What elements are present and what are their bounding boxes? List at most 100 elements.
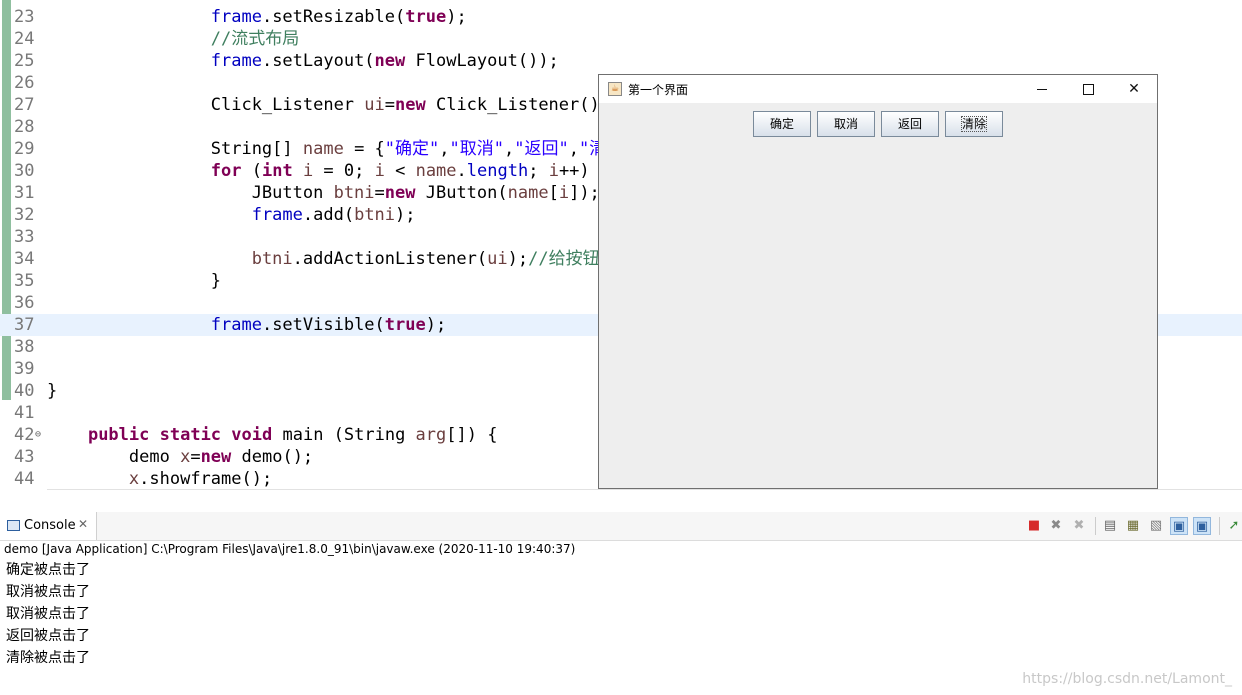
close-button[interactable]: ✕	[1111, 75, 1157, 103]
line-number: 33	[14, 227, 35, 247]
line-number: 24	[14, 29, 35, 49]
code-token: Click_Listener	[47, 95, 365, 115]
code-token: i	[558, 183, 570, 203]
swing-titlebar[interactable]: ☕ 第一个界面 ✕	[599, 75, 1157, 103]
code-token: .	[456, 161, 467, 181]
code-line[interactable]: 25 frame.setLayout(new FlowLayout());	[0, 50, 1242, 72]
code-token: int	[261, 161, 293, 181]
code-token: ,	[439, 139, 450, 159]
maximize-button[interactable]	[1065, 75, 1111, 103]
code-text: frame.setResizable(true);	[47, 6, 467, 28]
console-output-line: 清除被点击了	[6, 650, 90, 666]
console-output-line: 取消被点击了	[6, 606, 90, 622]
editor-horizontal-scrollbar[interactable]: <	[47, 489, 1242, 490]
code-token: =	[374, 183, 385, 203]
code-token: true	[405, 7, 447, 27]
fold-toggle-icon[interactable]: ⊖	[35, 424, 41, 446]
code-token: .addActionListener(	[292, 249, 488, 269]
show-on-stderr-icon[interactable]: ▣	[1193, 517, 1211, 535]
word-wrap-icon[interactable]: ▧	[1147, 517, 1165, 535]
code-token: ,	[504, 139, 515, 159]
code-line[interactable]: 24 //流式布局	[0, 28, 1242, 50]
code-token: //流式布局	[210, 29, 300, 49]
maximize-icon	[1082, 83, 1094, 95]
line-number: 44	[14, 469, 35, 489]
code-token: btni	[251, 249, 293, 269]
code-token: JButton(	[415, 183, 508, 203]
code-text: Click_Listener ui=new Click_Listener();	[47, 94, 610, 116]
line-number: 28	[14, 117, 35, 137]
code-token: "返回"	[514, 139, 569, 159]
line-number: 34	[14, 249, 35, 269]
line-number: 37	[14, 315, 35, 335]
close-icon: ✕	[1128, 81, 1140, 97]
confirm-button[interactable]: 确定	[753, 111, 811, 137]
swing-window[interactable]: ☕ 第一个界面 ✕ 确定 取消 返回 清除	[598, 74, 1158, 489]
remove-all-terminated-icon[interactable]: ✖	[1070, 517, 1088, 535]
code-token: frame	[210, 51, 262, 71]
console-output[interactable]: 确定被点击了 取消被点击了 取消被点击了 返回被点击了 清除被点击了	[6, 559, 90, 669]
code-text: x.showframe();	[47, 468, 272, 490]
console-tabbar: Console ✕ ■ ✖ ✖ ▤ ▦ ▧ ▣ ▣ ➚	[0, 512, 1242, 541]
code-token: =	[384, 95, 396, 115]
line-number: 26	[14, 73, 35, 93]
code-text: //流式布局	[47, 28, 299, 50]
back-button[interactable]: 返回	[881, 111, 939, 137]
code-token: new	[374, 51, 406, 71]
code-token: name	[507, 183, 549, 203]
minimize-button[interactable]	[1019, 75, 1065, 103]
code-token: for	[210, 161, 242, 181]
code-token: ui	[364, 95, 385, 115]
code-token: }	[47, 271, 221, 291]
clear-console-icon[interactable]: ▤	[1101, 517, 1119, 535]
code-token: = 0;	[313, 161, 375, 181]
code-token: new	[395, 95, 426, 115]
code-text: }	[47, 270, 221, 292]
line-number: 38	[14, 337, 35, 357]
line-number: 29	[14, 139, 35, 159]
terminate-icon[interactable]: ■	[1025, 517, 1043, 535]
code-token: length	[466, 161, 529, 181]
code-token: );	[446, 7, 467, 27]
code-token: new	[200, 447, 232, 467]
code-token: String[]	[47, 139, 303, 159]
code-token: new	[384, 183, 416, 203]
minimize-icon	[1037, 88, 1047, 90]
cancel-button[interactable]: 取消	[817, 111, 875, 137]
code-token: void	[231, 425, 273, 445]
code-token: );	[507, 249, 529, 269]
console-icon	[7, 520, 20, 531]
code-text: JButton btni=new JButton(name[i]);	[47, 182, 600, 204]
line-number: 35	[14, 271, 35, 291]
clear-button[interactable]: 清除	[945, 111, 1003, 137]
console-tab[interactable]: Console ✕	[0, 512, 97, 540]
line-number: 43	[14, 447, 35, 467]
scroll-lock-icon[interactable]: ▦	[1124, 517, 1142, 535]
code-text: }	[47, 380, 57, 402]
pin-console-icon[interactable]: ➚	[1225, 517, 1242, 535]
show-on-stdout-icon[interactable]: ▣	[1170, 517, 1188, 535]
code-token: <	[384, 161, 416, 181]
line-number: 23	[14, 7, 35, 27]
code-token: (	[241, 161, 262, 181]
java-app-icon: ☕	[608, 82, 622, 96]
line-number: 40	[14, 381, 35, 401]
code-token: demo();	[231, 447, 314, 467]
toolbar-separator	[1095, 517, 1096, 535]
code-text: btni.addActionListener(ui);//给按钮添	[47, 248, 617, 270]
code-token: ,	[568, 139, 579, 159]
console-output-line: 返回被点击了	[6, 628, 90, 644]
code-token: .setLayout(	[261, 51, 375, 71]
code-line[interactable]: 23 frame.setResizable(true);	[0, 6, 1242, 28]
code-token: Click_Listener();	[425, 95, 610, 115]
close-tab-icon[interactable]: ✕	[78, 517, 88, 531]
code-token: frame	[251, 205, 303, 225]
remove-launch-icon[interactable]: ✖	[1047, 517, 1065, 535]
